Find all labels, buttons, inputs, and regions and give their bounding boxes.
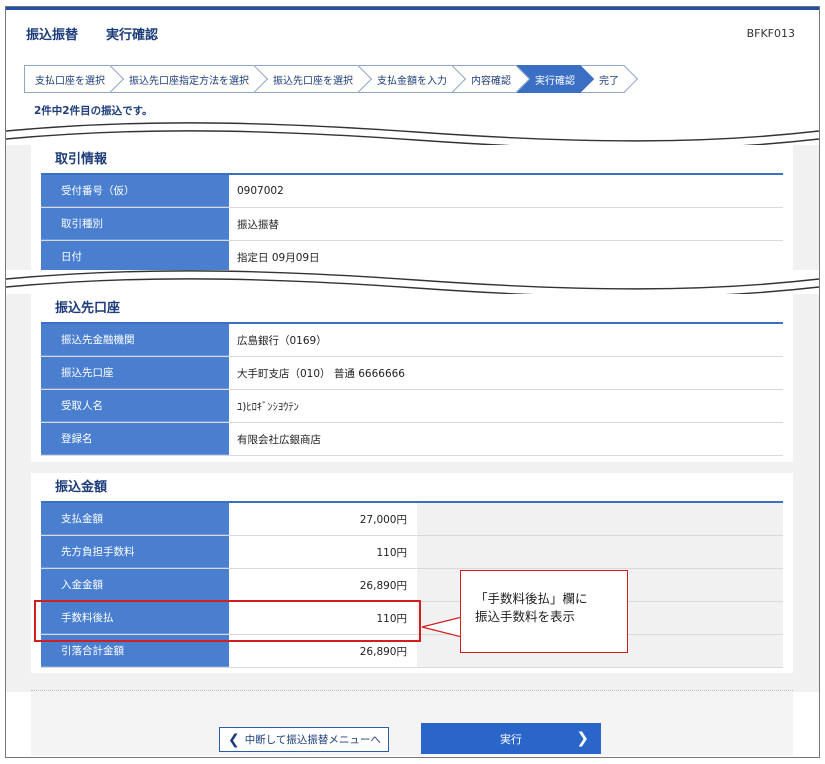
- row-label: 取引種別: [41, 208, 229, 240]
- row-value: 0907002: [229, 175, 783, 207]
- page-title: 振込振替: [26, 27, 79, 43]
- transfer-amount-panel: 振込金額 支払金額 27,000円 先方負担手数料 110円 入金金額 26,8…: [31, 473, 793, 673]
- fee-row-highlight: [34, 600, 421, 642]
- row-value: 振込振替: [229, 208, 783, 240]
- step-select-payee-account: 振込先口座を選択: [255, 65, 359, 93]
- row-value: 26,890円: [229, 569, 417, 601]
- row-label: 振込先金融機関: [41, 324, 229, 356]
- table-row: 支払金額 27,000円: [41, 503, 783, 536]
- row-label: 受取人名: [41, 390, 229, 422]
- step-select-payment-account: 支払口座を選択: [24, 65, 111, 93]
- progress-steps: 支払口座を選択 振込先口座指定方法を選択 振込先口座を選択 支払金額を入力 内容…: [24, 65, 625, 93]
- table-row: 振込先口座 大手町支店（010） 普通 6666666: [41, 357, 783, 390]
- transaction-info-panel: 取引情報 受付番号（仮） 0907002 取引種別 振込振替 日付 指定日 09…: [31, 145, 793, 275]
- row-value: 110円: [229, 536, 417, 568]
- row-value: ﾕ)ﾋﾛｷﾞﾝｼﾖｳﾃﾝ: [229, 390, 783, 422]
- row-label: 先方負担手数料: [41, 536, 229, 568]
- table-row: 受付番号（仮） 0907002: [41, 175, 783, 208]
- table-row: 入金金額 26,890円: [41, 569, 783, 602]
- row-label: 受付番号（仮）: [41, 175, 229, 207]
- callout-line: 「手数料後払」欄に: [475, 591, 588, 606]
- page-header: 振込振替 実行確認 BFKF013: [6, 10, 819, 56]
- chevron-left-icon: ❮: [228, 731, 240, 748]
- row-label: 入金金額: [41, 569, 229, 601]
- transfer-count-notice: 2件中2件目の振込です。: [34, 105, 153, 117]
- execute-label: 実行: [500, 732, 522, 746]
- payee-account-panel: 振込先口座 振込先金融機関 広島銀行（0169） 振込先口座 大手町支店（010…: [31, 294, 793, 462]
- row-label: 振込先口座: [41, 357, 229, 389]
- step-select-payee-method: 振込先口座指定方法を選択: [111, 65, 255, 93]
- table-row: 受取人名 ﾕ)ﾋﾛｷﾞﾝｼﾖｳﾃﾝ: [41, 390, 783, 423]
- callout-pointer: [421, 616, 462, 638]
- row-value: 大手町支店（010） 普通 6666666: [229, 357, 783, 389]
- button-bar: [31, 690, 793, 756]
- cancel-to-menu-button[interactable]: ❮ 中断して振込振替メニューへ: [219, 727, 389, 752]
- callout-line: 振込手数料を表示: [475, 609, 576, 624]
- app-frame: 振込振替 実行確認 BFKF013 支払口座を選択 振込先口座指定方法を選択 振…: [5, 6, 820, 758]
- table-row: 取引種別 振込振替: [41, 208, 783, 241]
- chevron-right-icon: ❯: [576, 729, 589, 747]
- row-label: 日付: [41, 241, 229, 273]
- row-label: 支払金額: [41, 503, 229, 535]
- row-value: 広島銀行（0169）: [229, 324, 783, 356]
- page-subtitle: 実行確認: [106, 27, 159, 43]
- step-enter-amount: 支払金額を入力: [359, 65, 453, 93]
- row-label: 登録名: [41, 423, 229, 455]
- table-row: 登録名 有限会社広銀商店: [41, 423, 783, 456]
- screen-code: BFKF013: [746, 27, 795, 40]
- transfer-amount-title: 振込金額: [41, 473, 783, 503]
- payee-account-title: 振込先口座: [41, 294, 783, 324]
- execute-button[interactable]: 実行 ❯: [421, 723, 601, 754]
- transaction-info-title: 取引情報: [41, 145, 783, 175]
- table-row: 先方負担手数料 110円: [41, 536, 783, 569]
- row-value: 27,000円: [229, 503, 417, 535]
- cancel-to-menu-label: 中断して振込振替メニューへ: [244, 734, 381, 746]
- row-value: 有限会社広銀商店: [229, 423, 783, 455]
- row-value: 指定日 09月09日: [229, 241, 783, 273]
- annotation-callout: 「手数料後払」欄に 振込手数料を表示: [460, 570, 628, 653]
- omission-wave-divider: [6, 270, 819, 296]
- table-row: 振込先金融機関 広島銀行（0169）: [41, 324, 783, 357]
